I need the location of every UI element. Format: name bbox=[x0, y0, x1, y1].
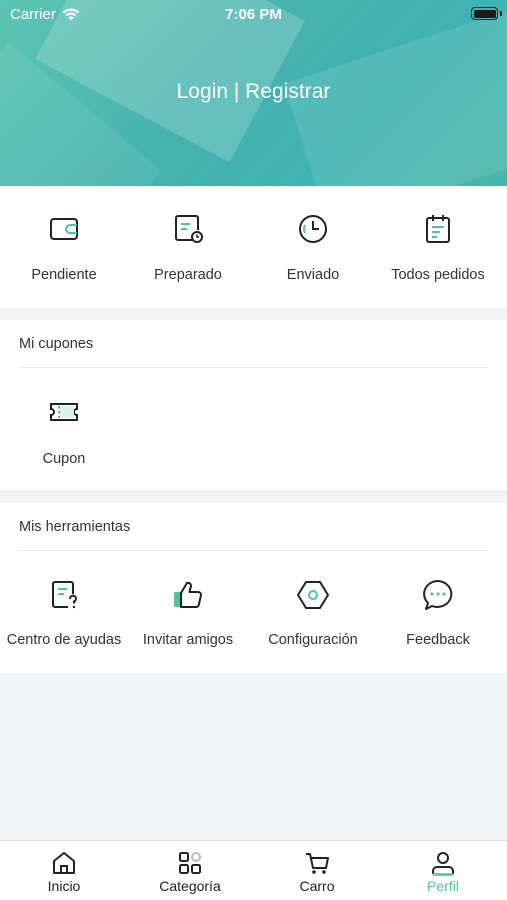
section-divider bbox=[19, 367, 488, 368]
status-time: 7:06 PM bbox=[225, 6, 282, 23]
tools-section: Mis herramientas Centro de ayudas Invita… bbox=[0, 503, 507, 673]
order-pending-button[interactable]: Pendiente bbox=[1, 211, 127, 283]
order-shipped-label: Enviado bbox=[286, 267, 340, 283]
help-center-button[interactable]: Centro de ayudas bbox=[1, 577, 127, 648]
bottom-tab-bar: Inicio Categoría Carro Perfil bbox=[0, 840, 507, 900]
coupons-section: Mi cupones Cupon bbox=[0, 320, 507, 490]
invite-friends-label: Invitar amigos bbox=[142, 632, 234, 648]
tab-cart[interactable]: Carro bbox=[254, 841, 380, 894]
coupon-button[interactable]: Cupon bbox=[1, 394, 127, 467]
tab-home[interactable]: Inicio bbox=[1, 841, 127, 894]
orders-section: Pendiente Preparado Enviado Todos pedido… bbox=[0, 186, 507, 308]
coupon-label: Cupon bbox=[42, 451, 86, 467]
battery-tip bbox=[500, 11, 502, 16]
settings-button[interactable]: Configuración bbox=[250, 577, 376, 648]
home-icon bbox=[53, 852, 75, 874]
tab-profile-label: Perfil bbox=[427, 878, 459, 894]
tab-home-label: Inicio bbox=[47, 878, 81, 894]
clock-icon bbox=[299, 215, 327, 243]
wallet-icon bbox=[50, 218, 78, 240]
section-divider bbox=[19, 550, 488, 551]
tab-profile[interactable]: Perfil bbox=[380, 841, 506, 894]
category-grid-icon bbox=[179, 852, 201, 874]
order-prepared-button[interactable]: Preparado bbox=[125, 211, 251, 283]
help-center-label: Centro de ayudas bbox=[6, 632, 122, 648]
profile-header: Carrier 7:06 PM Login | Registrar bbox=[0, 0, 507, 186]
order-prepared-label: Preparado bbox=[154, 267, 222, 283]
order-clock-icon bbox=[175, 215, 203, 243]
auth-links: Login | Registrar bbox=[0, 80, 507, 104]
feedback-label: Feedback bbox=[406, 632, 470, 648]
ticket-icon bbox=[50, 403, 78, 421]
feedback-button[interactable]: Feedback bbox=[375, 577, 501, 648]
user-icon bbox=[432, 852, 454, 876]
register-link[interactable]: Registrar bbox=[245, 80, 330, 103]
tab-category[interactable]: Categoría bbox=[127, 841, 253, 894]
tab-cart-label: Carro bbox=[299, 878, 335, 894]
invite-friends-button[interactable]: Invitar amigos bbox=[125, 577, 251, 648]
tab-category-label: Categoría bbox=[159, 878, 221, 894]
help-document-icon bbox=[52, 581, 77, 609]
calendar-list-icon bbox=[426, 215, 450, 243]
order-shipped-button[interactable]: Enviado bbox=[250, 211, 376, 283]
battery-icon bbox=[471, 7, 498, 20]
coupons-title: Mi cupones bbox=[19, 336, 94, 352]
order-pending-label: Pendiente bbox=[31, 267, 97, 283]
settings-label: Configuración bbox=[268, 632, 358, 648]
thumbs-up-icon bbox=[174, 581, 202, 608]
login-link[interactable]: Login bbox=[177, 80, 228, 103]
hexagon-settings-icon bbox=[297, 581, 329, 609]
cart-icon bbox=[306, 853, 329, 874]
chat-bubble-icon bbox=[423, 580, 453, 610]
auth-separator: | bbox=[233, 80, 240, 103]
all-orders-button[interactable]: Todos pedidos bbox=[375, 211, 501, 283]
tools-title: Mis herramientas bbox=[19, 519, 131, 535]
all-orders-label: Todos pedidos bbox=[391, 267, 485, 283]
status-bar: Carrier 7:06 PM bbox=[0, 0, 507, 28]
